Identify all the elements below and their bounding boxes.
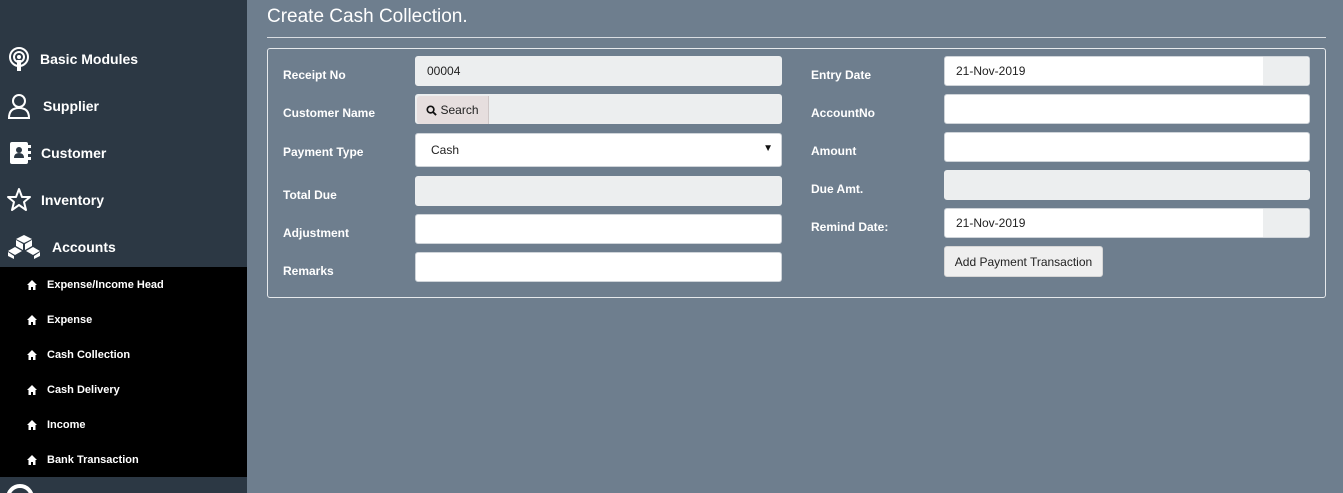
remarks-label: Remarks [283, 264, 334, 278]
partial-sidebar-icon[interactable] [6, 484, 34, 493]
sidebar-item-inventory[interactable]: Inventory [0, 180, 247, 220]
sidebar-item-supplier[interactable]: Supplier [0, 86, 247, 126]
sidebar-item-label: Customer [41, 145, 107, 161]
submenu-item-income[interactable]: Income [0, 407, 247, 442]
entry-date-value: 21-Nov-2019 [956, 64, 1026, 78]
remind-date-input[interactable]: 21-Nov-2019 [944, 208, 1310, 238]
submenu-item-cash-delivery[interactable]: Cash Delivery [0, 372, 247, 407]
payment-type-label: Payment Type [283, 145, 364, 159]
entry-date-input[interactable]: 21-Nov-2019 [944, 56, 1310, 86]
caret-down-icon: ▼ [763, 143, 773, 154]
sidebar-item-label: Supplier [43, 98, 100, 114]
payment-type-select[interactable]: Cash ▼ [415, 133, 782, 167]
adjustment-label: Adjustment [283, 226, 349, 240]
home-icon [27, 314, 37, 325]
home-icon [27, 419, 37, 430]
address-book-icon [4, 138, 34, 168]
remind-date-value: 21-Nov-2019 [956, 216, 1026, 230]
adjustment-input[interactable] [415, 214, 782, 244]
user-icon [4, 91, 34, 121]
remind-date-label: Remind Date: [811, 220, 889, 234]
search-icon [426, 104, 438, 116]
sidebar: Basic Modules Supplier Customer Inventor… [0, 0, 247, 493]
remarks-input[interactable] [415, 252, 782, 282]
customer-name-label: Customer Name [283, 106, 376, 120]
entry-date-addon[interactable] [1263, 57, 1309, 85]
submenu-item-cash-collection[interactable]: Cash Collection [0, 337, 247, 372]
submenu-item-label: Income [47, 418, 86, 431]
title-divider [267, 37, 1326, 38]
account-no-input[interactable] [944, 94, 1310, 124]
account-no-label: AccountNo [811, 106, 875, 120]
home-icon [27, 349, 37, 360]
submenu-item-label: Cash Delivery [47, 383, 120, 396]
home-icon [27, 279, 37, 290]
submenu-item-bank-transaction[interactable]: Bank Transaction [0, 442, 247, 477]
remind-date-addon[interactable] [1263, 209, 1309, 237]
home-icon [27, 384, 37, 395]
customer-name-field[interactable]: Search [415, 94, 782, 124]
receipt-no-label: Receipt No [283, 68, 346, 82]
search-button-label: Search [440, 103, 479, 117]
receipt-no-field: 00004 [415, 56, 782, 86]
total-due-label: Total Due [283, 188, 337, 202]
amount-input[interactable] [944, 132, 1310, 162]
accounts-submenu: Expense/Income Head Expense Cash Collect… [0, 267, 247, 477]
sidebar-item-label: Accounts [52, 239, 116, 255]
sidebar-item-customer[interactable]: Customer [0, 133, 247, 173]
due-amt-field [944, 170, 1310, 200]
submenu-item-label: Expense/Income Head [47, 278, 164, 291]
due-amt-label: Due Amt. [811, 182, 864, 196]
star-icon [4, 185, 34, 215]
page-title: Create Cash Collection. [267, 6, 468, 27]
submenu-item-label: Expense [47, 313, 93, 326]
search-button[interactable]: Search [417, 96, 489, 124]
home-icon [27, 454, 37, 465]
submenu-item-expense[interactable]: Expense [0, 302, 247, 337]
add-payment-transaction-button[interactable]: Add Payment Transaction [944, 246, 1103, 277]
sidebar-item-basic-modules[interactable]: Basic Modules [0, 39, 247, 79]
amount-label: Amount [811, 144, 857, 158]
total-due-field [415, 176, 782, 206]
cubes-icon [4, 232, 44, 262]
sidebar-item-label: Inventory [41, 192, 105, 208]
sidebar-item-label: Basic Modules [40, 51, 139, 67]
entry-date-label: Entry Date [811, 68, 872, 82]
submenu-item-expense-income-head[interactable]: Expense/Income Head [0, 267, 247, 302]
podcast-icon [4, 44, 34, 74]
sidebar-item-accounts[interactable]: Accounts [0, 227, 247, 267]
submenu-item-label: Bank Transaction [47, 453, 139, 466]
payment-type-value: Cash [431, 143, 460, 157]
submenu-item-label: Cash Collection [47, 348, 131, 361]
